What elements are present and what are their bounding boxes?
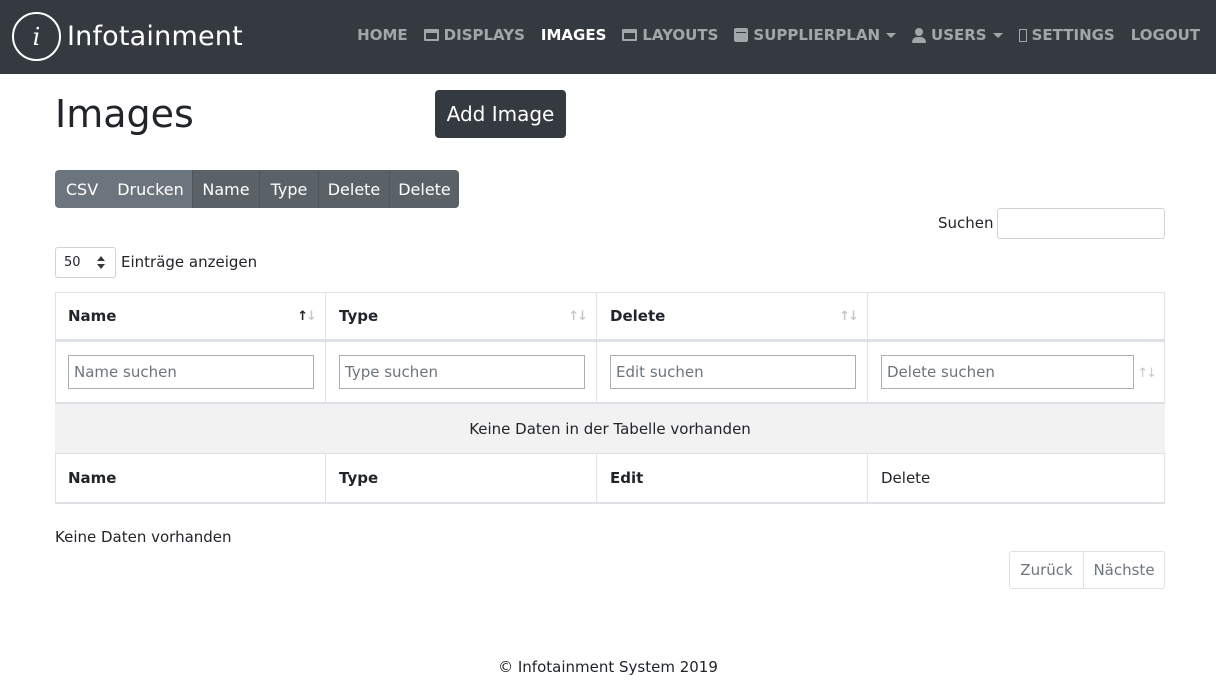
- nav-item-images[interactable]: IMAGES: [541, 26, 606, 44]
- filter-cell: Type suchen: [326, 342, 597, 402]
- entries-per-page-label: Einträge anzeigen: [121, 253, 258, 271]
- nav-item-supplierplan[interactable]: SUPPLIERPLAN: [734, 26, 897, 44]
- nav-label: DISPLAYS: [443, 26, 525, 44]
- nav-label: LOGOUT: [1130, 26, 1200, 44]
- column-header-label: Delete: [610, 307, 666, 325]
- sort-icon: ↑↓: [568, 309, 588, 324]
- delete-filter-input[interactable]: Delete suchen: [881, 355, 1134, 389]
- table-empty-row: Keine Daten in der Tabelle vorhanden: [55, 404, 1165, 454]
- footer-cell: Edit: [597, 454, 868, 502]
- nav-item-home[interactable]: HOME: [357, 26, 407, 44]
- type-filter-input[interactable]: Type suchen: [339, 355, 585, 389]
- nav-item-logout[interactable]: LOGOUT: [1131, 26, 1200, 44]
- column-header-type[interactable]: Type ↑↓: [326, 293, 597, 339]
- column-header-label: Name: [68, 307, 117, 325]
- toggle-column-delete-button[interactable]: Delete: [389, 170, 459, 208]
- caret-down-icon: [886, 32, 897, 38]
- column-header-label: Type: [339, 307, 379, 325]
- nav-label: SUPPLIERPLAN: [753, 26, 881, 44]
- sort-ascending-icon: ↑↓: [297, 309, 317, 324]
- table-info: Keine Daten vorhanden: [55, 528, 232, 546]
- column-header-delete[interactable]: Delete ↑↓: [597, 293, 868, 339]
- print-button[interactable]: Drucken: [109, 170, 192, 208]
- calendar-icon: [734, 28, 749, 42]
- window-icon: [622, 29, 638, 41]
- empty-table-message: Keine Daten in der Tabelle vorhanden: [469, 419, 751, 438]
- caret-down-icon: [992, 32, 1003, 38]
- search-input[interactable]: [997, 208, 1165, 239]
- select-arrows-icon: [97, 256, 105, 269]
- toggle-column-edit-button[interactable]: Delete: [318, 170, 389, 208]
- footer-cell: Delete: [881, 469, 931, 487]
- filter-cell: Edit suchen: [597, 342, 868, 402]
- brand-name: Infotainment: [67, 21, 243, 52]
- column-header-name[interactable]: Name ↑↓: [55, 293, 326, 339]
- previous-page-button[interactable]: Zurück: [1010, 552, 1083, 588]
- csv-button[interactable]: CSV: [55, 170, 109, 208]
- nav-label: SETTINGS: [1031, 26, 1115, 44]
- brand[interactable]: i Infotainment: [12, 12, 243, 61]
- add-image-button[interactable]: Add Image: [435, 90, 566, 138]
- toggle-column-type-button[interactable]: Type: [259, 170, 318, 208]
- nav-item-displays[interactable]: DISPLAYS: [423, 26, 525, 44]
- user-icon: [912, 27, 927, 43]
- footer-cell: Name: [55, 454, 326, 502]
- page-title: Images: [55, 92, 194, 136]
- nav-label: USERS: [931, 26, 987, 44]
- navbar: i Infotainment HOME DISPLAYS IMAGES LAYO…: [0, 0, 1216, 74]
- sort-icon[interactable]: ↑↓: [1137, 366, 1157, 381]
- entries-per-page-value: 50: [64, 255, 81, 270]
- sort-icon: ↑↓: [839, 309, 859, 324]
- nav-item-layouts[interactable]: LAYOUTS: [622, 26, 718, 44]
- nav-menu: HOME DISPLAYS IMAGES LAYOUTS SUPPLIERPLA…: [341, 26, 1200, 44]
- entries-per-page-select[interactable]: 50: [55, 247, 116, 278]
- edit-filter-input[interactable]: Edit suchen: [610, 355, 856, 389]
- nav-item-users[interactable]: USERS: [912, 26, 1003, 44]
- export-button-group: CSV Drucken Name Type Delete Delete: [55, 170, 459, 208]
- info-logo-icon: i: [12, 12, 61, 61]
- nav-item-settings[interactable]: SETTINGS: [1018, 26, 1115, 44]
- pagination: Zurück Nächste: [1009, 551, 1165, 589]
- nav-label: HOME: [357, 26, 408, 44]
- footer-cell: Type: [326, 454, 597, 502]
- table-filter-row: Name suchen Type suchen Edit suchen Dele…: [55, 342, 1165, 404]
- page-footer: © Infotainment System 2019: [498, 658, 718, 676]
- column-header-empty: [868, 293, 1165, 339]
- next-page-button[interactable]: Nächste: [1083, 552, 1164, 588]
- settings-icon: [1018, 28, 1027, 42]
- table-header-row: Name ↑↓ Type ↑↓ Delete ↑↓: [55, 292, 1165, 342]
- filter-cell: Delete suchen ↑↓: [868, 342, 1165, 402]
- window-icon: [423, 29, 439, 41]
- nav-label: LAYOUTS: [642, 26, 719, 44]
- toggle-column-name-button[interactable]: Name: [192, 170, 259, 208]
- filter-cell: Name suchen: [55, 342, 326, 402]
- nav-label: IMAGES: [540, 26, 607, 44]
- table-footer-row: Name Type Edit Delete: [55, 454, 1165, 504]
- search-label: Suchen: [938, 214, 994, 232]
- name-filter-input[interactable]: Name suchen: [68, 355, 314, 389]
